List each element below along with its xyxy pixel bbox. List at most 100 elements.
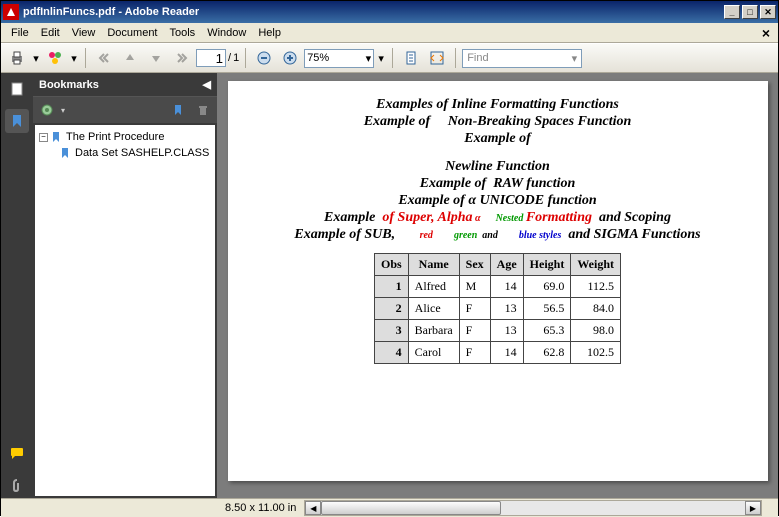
document-scroll[interactable]: Examples of Inline Formatting FunctionsE… — [217, 73, 778, 498]
doc-text-line: Example of Super, Alpha α Nested Formatt… — [236, 210, 760, 226]
bookmark-icon — [59, 146, 73, 160]
maximize-button[interactable]: □ — [742, 5, 758, 19]
options-button[interactable] — [37, 100, 57, 120]
print-dropdown[interactable]: ▾ — [31, 52, 41, 65]
pages-tab[interactable] — [5, 77, 29, 101]
email-dropdown[interactable]: ▾ — [69, 52, 79, 65]
separator — [245, 48, 246, 68]
horizontal-scrollbar[interactable]: ◀ ▶ — [304, 500, 762, 516]
minimize-button[interactable]: _ — [724, 5, 740, 19]
email-button[interactable] — [43, 46, 67, 70]
tree-item-child[interactable]: Data Set SASHELP.CLASS — [59, 145, 211, 161]
next-page-button[interactable] — [144, 46, 168, 70]
doc-text-line: Newline Function — [236, 159, 760, 175]
options-dropdown[interactable]: ▾ — [61, 106, 65, 115]
table-cell: 4 — [374, 342, 408, 364]
doc-text-line: Example of SUB, red green and blue style… — [236, 227, 760, 243]
window-title: pdfInlinFuncs.pdf - Adobe Reader — [23, 6, 722, 18]
find-input[interactable]: Find▾ — [462, 49, 582, 68]
first-page-button[interactable] — [92, 46, 116, 70]
scroll-right-button[interactable]: ▶ — [745, 501, 761, 515]
table-cell: Barbara — [408, 320, 459, 342]
toolbar: ▾ ▾ / 1 75%▾ ▾ Find▾ — [1, 43, 778, 73]
table-cell: 62.8 — [523, 342, 571, 364]
table-cell: Alfred — [408, 276, 459, 298]
table-cell: 14 — [490, 276, 523, 298]
separator — [455, 48, 456, 68]
bookmarks-header: Bookmarks ◀ — [33, 73, 217, 97]
zoom-out-button[interactable] — [252, 46, 276, 70]
doc-text-line: Example of — [236, 131, 760, 147]
table-cell: 14 — [490, 342, 523, 364]
page-total: 1 — [233, 52, 239, 64]
collapse-panel-button[interactable]: ◀ — [203, 78, 211, 91]
close-button[interactable]: ✕ — [760, 5, 776, 19]
scroll-thumb[interactable] — [321, 501, 501, 515]
status-bar: 8.50 x 11.00 in ◀ ▶ — [1, 498, 778, 517]
table-cell: 2 — [374, 298, 408, 320]
zoom-select[interactable]: 75%▾ — [304, 49, 374, 68]
table-body: 1AlfredM1469.0112.52AliceF1356.584.03Bar… — [374, 276, 620, 364]
bookmarks-title: Bookmarks — [39, 79, 99, 91]
new-bookmark-button[interactable] — [169, 100, 189, 120]
bookmarks-tab[interactable] — [5, 109, 29, 133]
menu-file[interactable]: File — [5, 25, 35, 41]
tree-toggle[interactable]: − — [39, 133, 48, 142]
bookmark-icon — [50, 130, 64, 144]
document-content: Examples of Inline Formatting FunctionsE… — [236, 97, 760, 243]
table-cell: F — [459, 342, 490, 364]
column-header: Age — [490, 254, 523, 276]
doc-text-line: Example of RAW function — [236, 176, 760, 192]
page-separator: / — [228, 52, 231, 64]
table-cell: Carol — [408, 342, 459, 364]
menu-window[interactable]: Window — [201, 25, 252, 41]
table-cell: Alice — [408, 298, 459, 320]
table-cell: M — [459, 276, 490, 298]
table-header-row: ObsNameSexAgeHeightWeight — [374, 254, 620, 276]
menu-view[interactable]: View — [66, 25, 102, 41]
last-page-button[interactable] — [170, 46, 194, 70]
page-number-input[interactable] — [196, 49, 226, 67]
attachments-tab[interactable] — [5, 474, 29, 498]
column-header: Weight — [571, 254, 621, 276]
prev-page-button[interactable] — [118, 46, 142, 70]
table-cell: F — [459, 320, 490, 342]
fit-width-button[interactable] — [425, 46, 449, 70]
tree-item-root[interactable]: − The Print Procedure — [39, 129, 211, 145]
bookmarks-tree: − The Print Procedure Data Set SASHELP.C… — [35, 125, 215, 496]
delete-bookmark-button[interactable] — [193, 100, 213, 120]
pdf-page: Examples of Inline Formatting FunctionsE… — [228, 81, 768, 481]
menu-help[interactable]: Help — [252, 25, 287, 41]
print-button[interactable] — [5, 46, 29, 70]
table-cell: F — [459, 298, 490, 320]
column-header: Sex — [459, 254, 490, 276]
bookmarks-panel: Bookmarks ◀ ▾ − The Print Procedure Data… — [33, 73, 217, 498]
column-header: Name — [408, 254, 459, 276]
table-cell: 69.0 — [523, 276, 571, 298]
menu-edit[interactable]: Edit — [35, 25, 66, 41]
table-cell: 84.0 — [571, 298, 621, 320]
scroll-left-button[interactable]: ◀ — [305, 501, 321, 515]
nav-strip — [1, 73, 33, 498]
menu-bar: File Edit View Document Tools Window Hel… — [1, 23, 778, 43]
menu-document[interactable]: Document — [101, 25, 163, 41]
fit-page-button[interactable] — [399, 46, 423, 70]
column-header: Height — [523, 254, 571, 276]
close-document-button[interactable]: × — [758, 25, 774, 41]
menu-tools[interactable]: Tools — [164, 25, 202, 41]
table-cell: 3 — [374, 320, 408, 342]
table-row: 1AlfredM1469.0112.5 — [374, 276, 620, 298]
workspace: Bookmarks ◀ ▾ − The Print Procedure Data… — [1, 73, 778, 498]
comments-tab[interactable] — [5, 442, 29, 466]
doc-text-line: Example of Non-Breaking Spaces Function — [236, 114, 760, 130]
table-cell: 65.3 — [523, 320, 571, 342]
table-row: 2AliceF1356.584.0 — [374, 298, 620, 320]
table-cell: 56.5 — [523, 298, 571, 320]
document-area: Examples of Inline Formatting FunctionsE… — [217, 73, 778, 498]
table-row: 4CarolF1462.8102.5 — [374, 342, 620, 364]
zoom-dropdown[interactable]: ▾ — [376, 52, 386, 65]
column-header: Obs — [374, 254, 408, 276]
zoom-in-button[interactable] — [278, 46, 302, 70]
app-icon — [3, 4, 19, 20]
table-cell: 102.5 — [571, 342, 621, 364]
